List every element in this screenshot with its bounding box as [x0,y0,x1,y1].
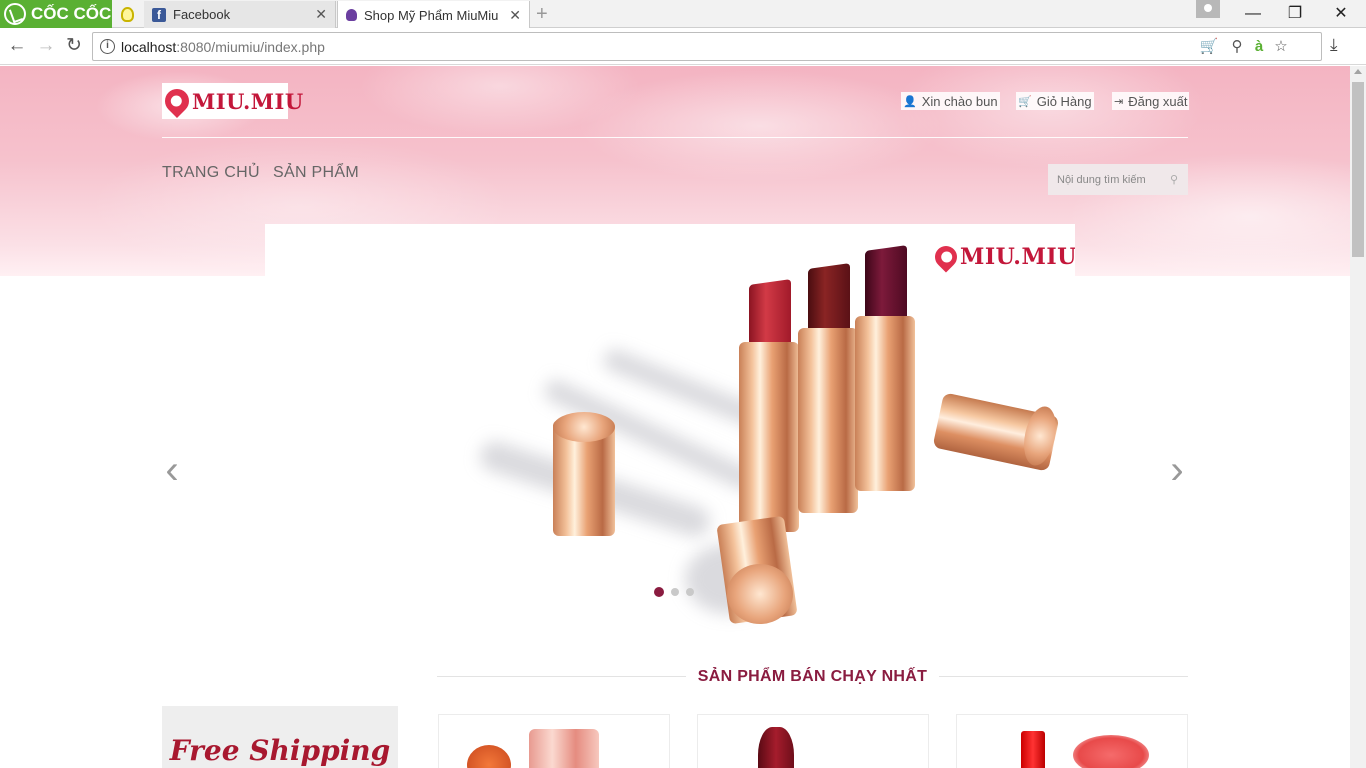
tab-shop-miumiu[interactable]: Shop Mỹ Phẩm MiuMiu ✕ [337,1,530,29]
slider-next-arrow-icon[interactable]: › [1165,448,1189,492]
back-arrow-icon[interactable]: ← [5,34,29,58]
profile-icon[interactable] [1196,0,1220,18]
greeting-link[interactable]: 👤 Xin chào bun [901,92,1000,110]
slider-dot[interactable] [671,588,679,596]
scroll-up-icon[interactable] [1354,69,1362,74]
zoom-icon[interactable]: ⚲ [1227,37,1247,57]
nav-home[interactable]: TRANG CHỦ [162,164,260,182]
minimize-button[interactable]: — [1230,2,1276,26]
close-tab-icon[interactable]: ✕ [509,7,521,24]
slider-dots [654,587,694,597]
site-logo[interactable]: MIU.MIU [160,83,303,119]
tab-facebook[interactable]: f Facebook ✕ [144,1,336,28]
cart-link[interactable]: 🛒 Giỏ Hàng [1016,92,1094,110]
slide-logo: MIU.MIU [930,241,1075,273]
product-card[interactable] [438,714,670,768]
coccoc-home-button[interactable]: CỐC CỐC [0,0,112,28]
logout-label: Đăng xuất [1128,93,1188,109]
coccoc-logo-icon [4,3,26,25]
info-icon[interactable]: i [100,39,115,54]
slide-logo-pin-icon [930,241,962,273]
tab-title: Shop Mỹ Phẩm MiuMiu [364,7,499,23]
free-shipping-text: Free Shipping [169,734,391,767]
url-text[interactable]: localhost:8080/miumiu/index.php [121,39,325,55]
product-image [758,727,794,768]
facebook-icon: f [152,7,166,22]
vietnamese-input-icon[interactable]: à [1249,37,1269,57]
product-image [1021,731,1045,768]
address-bar-row: ← → ↻ i localhost:8080/miumiu/index.php … [0,28,1366,65]
user-icon: 👤 [903,95,917,108]
product-image-accent [1073,735,1149,768]
search-input[interactable]: Nội dung tìm kiếm [1057,174,1160,186]
bookmark-star-icon[interactable]: ☆ [1271,37,1291,57]
logout-icon: ⇥ [1114,95,1124,108]
nav-products[interactable]: SẢN PHẨM [273,164,359,182]
downloads-icon[interactable]: ⤓ [1330,35,1338,55]
lightbulb-icon[interactable] [114,3,140,25]
product-image [529,729,599,768]
search-box[interactable]: Nội dung tìm kiếm ⚲ [1048,164,1188,195]
web-page: MIU.MIU 👤 Xin chào bun 🛒 Giỏ Hàng ⇥ Đăng… [0,66,1350,768]
logo-text: MIU.MIU [192,88,304,114]
slider-prev-arrow-icon[interactable]: ‹ [160,448,184,492]
hero-slider: MIU.MIU [265,224,1075,634]
product-card[interactable] [697,714,929,768]
best-seller-title: SẢN PHẨM BÁN CHẠY NHẤT [685,668,940,685]
greeting-label: Xin chào bun [921,93,998,109]
tab-title: Facebook [173,7,231,22]
product-card[interactable] [956,714,1188,768]
free-shipping-banner[interactable]: Free Shipping [162,706,398,768]
close-window-button[interactable]: ✕ [1318,2,1364,26]
logout-link[interactable]: ⇥ Đăng xuất [1112,92,1190,110]
coccoc-brand-label: CỐC CỐC [31,4,112,23]
close-tab-icon[interactable]: ✕ [315,6,327,23]
slide-logo-text: MIU.MIU [960,244,1075,270]
shopping-cart-icon[interactable]: 🛒 [1199,37,1219,57]
restore-button[interactable]: ❐ [1272,2,1318,26]
scrollbar-thumb[interactable] [1352,82,1364,257]
header-divider [162,137,1188,138]
url-input[interactable]: i localhost:8080/miumiu/index.php 🛒 ⚲ à … [92,32,1322,61]
reload-icon[interactable]: ↻ [62,34,86,58]
slider-dot[interactable] [686,588,694,596]
cart-label: Giỏ Hàng [1036,93,1092,109]
forward-arrow-icon[interactable]: → [34,34,58,58]
logo-pin-icon [160,84,194,118]
site-favicon-icon [346,9,357,21]
search-icon[interactable]: ⚲ [1160,173,1188,186]
cart-icon: 🛒 [1018,95,1032,108]
new-tab-button[interactable]: + [536,3,548,26]
browser-tab-bar: CỐC CỐC f Facebook ✕ Shop Mỹ Phẩm MiuMiu… [0,0,1366,29]
page-scrollbar[interactable] [1350,66,1366,768]
product-image-accent [467,745,511,768]
slider-dot[interactable] [654,587,664,597]
best-seller-heading: SẢN PHẨM BÁN CHẠY NHẤT [437,668,1188,686]
